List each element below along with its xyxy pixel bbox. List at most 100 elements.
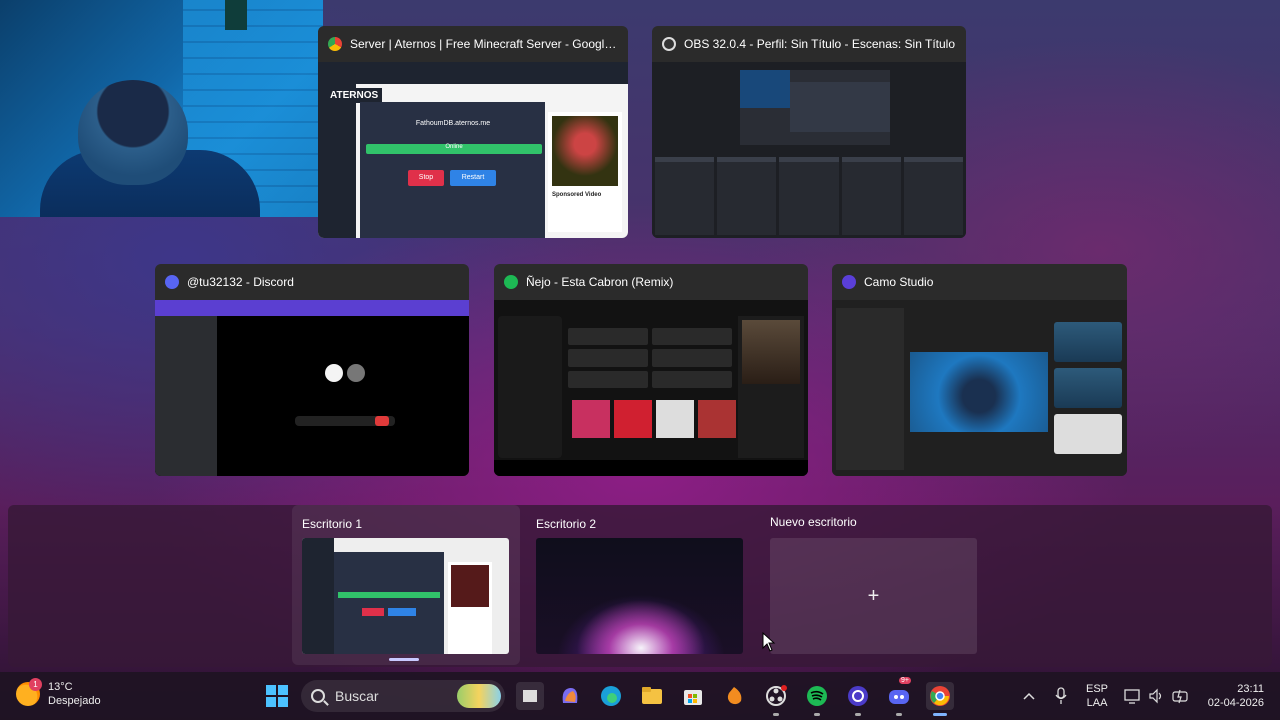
tray-overflow-button[interactable]	[1022, 672, 1036, 720]
chrome-taskbar-button[interactable]	[926, 682, 954, 716]
taskbar: 1 13°C Despejado Buscar 9+ ESP LAA 23:11…	[0, 672, 1280, 720]
window-titlebar: @tu32132 - Discord	[155, 264, 469, 300]
window-title: @tu32132 - Discord	[187, 275, 294, 289]
aternos-restart-button: Restart	[450, 170, 496, 186]
window-title: Server | Aternos | Free Minecraft Server…	[350, 37, 618, 51]
new-desktop-label: Nuevo escritorio	[770, 515, 857, 529]
discord-topbar	[155, 300, 469, 316]
discord-icon	[889, 690, 909, 704]
edge-button[interactable]	[597, 682, 625, 710]
desktop-thumbnail	[536, 538, 743, 654]
window-title: Camo Studio	[864, 275, 934, 289]
chevron-up-icon	[1023, 692, 1035, 700]
discord-taskbar-button[interactable]: 9+	[885, 677, 913, 716]
desktop-2[interactable]: Escritorio 2	[526, 505, 754, 665]
chrome-icon	[328, 37, 342, 51]
volume-icon	[1149, 688, 1162, 704]
search-placeholder: Buscar	[335, 688, 379, 704]
active-indicator	[933, 713, 947, 716]
search-highlight-art	[457, 684, 501, 708]
input-language-button[interactable]: ESP LAA	[1086, 672, 1108, 720]
webcam-frame	[225, 0, 247, 30]
task-view-button[interactable]	[516, 682, 544, 710]
window-thumbnail-obs[interactable]: OBS 32.0.4 - Perfil: Sin Título - Escena…	[652, 26, 966, 238]
camo-side-cards	[1054, 322, 1122, 470]
window-preview: ATERNOS FathoumDB.aternos.me Online Stop…	[318, 62, 628, 238]
store-button[interactable]	[679, 682, 707, 710]
search-icon	[311, 689, 325, 703]
camo-taskbar-button[interactable]	[844, 682, 872, 716]
aternos-ad: Sponsored Video	[548, 112, 622, 232]
obs-docks	[652, 154, 966, 238]
fl-studio-button[interactable]	[720, 682, 748, 710]
aternos-logo: ATERNOS	[326, 88, 383, 103]
browser-toolbar	[318, 62, 628, 84]
clock[interactable]: 23:11 02-04-2026	[1200, 672, 1264, 720]
call-avatar	[347, 364, 365, 382]
spotify-icon	[504, 275, 518, 289]
running-indicator	[773, 713, 779, 716]
store-icon	[684, 690, 702, 705]
window-titlebar: Ñejo - Esta Cabron (Remix)	[494, 264, 808, 300]
obs-taskbar-button[interactable]	[762, 682, 790, 716]
weather-badge: 1	[29, 678, 42, 691]
weather-temp: 13°C	[48, 681, 73, 693]
obs-canvas	[740, 70, 890, 145]
hangup-icon	[375, 416, 389, 426]
spotify-now-playing	[738, 316, 804, 458]
fl-studio-icon	[727, 687, 742, 705]
call-avatar	[325, 364, 343, 382]
virtual-desktops-bar: Escritorio 1 Escritorio 2 Nuevo escritor…	[8, 505, 1272, 667]
desktop-label: Escritorio 2	[536, 517, 597, 531]
running-indicator	[896, 713, 902, 716]
weather-sun-icon: 1	[16, 678, 42, 706]
discord-icon	[165, 275, 179, 289]
camo-icon	[848, 686, 868, 706]
microphone-icon	[1055, 687, 1067, 704]
ad-label: Sponsored Video	[552, 192, 602, 198]
window-thumbnail-discord[interactable]: @tu32132 - Discord	[155, 264, 469, 476]
window-thumbnail-spotify[interactable]: Ñejo - Esta Cabron (Remix)	[494, 264, 808, 476]
weather-widget[interactable]: 1 13°C Despejado	[16, 678, 101, 708]
desktop-1[interactable]: Escritorio 1	[292, 505, 520, 665]
discord-notification-badge: 9+	[899, 677, 911, 684]
edge-icon	[601, 686, 621, 706]
language-code: ESP	[1086, 683, 1109, 695]
start-button[interactable]	[263, 682, 291, 710]
microphone-button[interactable]	[1054, 672, 1068, 720]
spotify-tiles	[568, 328, 732, 388]
spotify-taskbar-button[interactable]	[803, 682, 831, 716]
search-box[interactable]: Buscar	[301, 680, 505, 712]
desktop-thumbnail	[302, 538, 509, 654]
camo-icon	[842, 275, 856, 289]
quick-settings-button[interactable]	[1124, 672, 1190, 720]
window-preview	[832, 300, 1127, 476]
camo-settings-panel	[836, 308, 904, 470]
window-titlebar: OBS 32.0.4 - Perfil: Sin Título - Escena…	[652, 26, 966, 62]
active-desktop-indicator	[389, 658, 419, 661]
battery-charging-icon	[1172, 689, 1188, 704]
task-view-icon	[523, 690, 537, 702]
window-thumbnail-camo[interactable]: Camo Studio	[832, 264, 1127, 476]
aternos-sidebar	[318, 84, 356, 238]
network-icon	[1124, 689, 1140, 704]
keyboard-layout: LAA	[1086, 697, 1108, 709]
aternos-status: Online	[366, 144, 542, 154]
file-explorer-button[interactable]	[638, 682, 666, 710]
window-thumbnail-chrome[interactable]: Server | Aternos | Free Minecraft Server…	[318, 26, 628, 238]
camo-camera-feed	[910, 352, 1048, 432]
spotify-player-bar	[494, 460, 808, 476]
new-desktop-button[interactable]: Nuevo escritorio +	[760, 505, 988, 665]
webcam-person-head	[78, 80, 188, 185]
window-titlebar: Camo Studio	[832, 264, 1127, 300]
copilot-button[interactable]	[556, 682, 584, 710]
window-preview	[652, 62, 966, 238]
obs-icon	[662, 37, 676, 51]
obs-icon	[766, 685, 787, 706]
running-indicator	[855, 713, 861, 716]
spotify-icon	[807, 686, 827, 706]
mouse-cursor-icon	[762, 632, 776, 652]
window-title: Ñejo - Esta Cabron (Remix)	[526, 275, 674, 289]
desktop-label: Escritorio 1	[302, 517, 363, 531]
ad-image	[552, 116, 618, 186]
